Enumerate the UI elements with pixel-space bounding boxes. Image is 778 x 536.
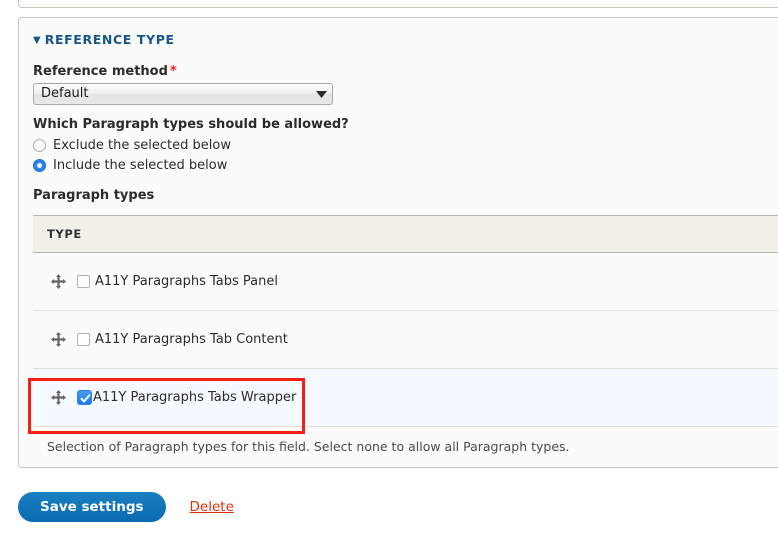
reference-type-details-panel: ▼ REFERENCE TYPE Reference method * Defaul… xyxy=(18,17,778,468)
row-label: A11Y Paragraphs Tabs Panel xyxy=(95,274,278,289)
reference-method-label-text: Reference method xyxy=(33,64,168,79)
row-checkbox[interactable] xyxy=(77,275,90,288)
panel-title: REFERENCE TYPE xyxy=(44,32,175,47)
previous-panel-stub xyxy=(18,0,778,8)
table-row[interactable]: A11Y Paragraphs Tabs Wrapper xyxy=(33,368,778,427)
radio-exclude-input[interactable] xyxy=(33,138,46,152)
delete-link[interactable]: Delete xyxy=(190,499,234,515)
radio-include-input[interactable] xyxy=(33,158,46,172)
panel-body: Reference method * Default Which Paragrap… xyxy=(19,48,778,467)
paragraph-types-table: TYPE A11Y Paragraphs Tabs Panel A11Y Par… xyxy=(33,215,778,427)
row-label: A11Y Paragraphs Tab Content xyxy=(95,332,288,347)
drag-handle-icon[interactable] xyxy=(49,273,67,291)
drag-handle-icon[interactable] xyxy=(49,389,67,407)
reference-method-select[interactable]: Default xyxy=(33,83,333,105)
radio-include-label: Include the selected below xyxy=(53,157,228,173)
allowed-question-label: Which Paragraph types should be allowed? xyxy=(33,117,349,132)
drag-handle-icon[interactable] xyxy=(49,331,67,349)
radio-option-exclude[interactable]: Exclude the selected below xyxy=(33,136,778,154)
table-header-row: TYPE xyxy=(33,215,778,253)
reference-method-label: Reference method * xyxy=(33,64,778,79)
reference-method-select-wrapper[interactable]: Default xyxy=(33,83,333,105)
reference-type-summary[interactable]: ▼ REFERENCE TYPE xyxy=(19,18,778,48)
paragraph-types-label: Paragraph types xyxy=(33,188,155,203)
row-checkbox[interactable] xyxy=(77,390,92,405)
checkmark-icon xyxy=(80,394,91,403)
table-row[interactable]: A11Y Paragraphs Tabs Panel xyxy=(33,252,778,311)
column-header-type: TYPE xyxy=(33,215,778,253)
paragraph-types-help-text: Selection of Paragraph types for this fi… xyxy=(47,439,570,454)
save-settings-button[interactable]: Save settings xyxy=(18,492,166,522)
row-label: A11Y Paragraphs Tabs Wrapper xyxy=(93,390,297,405)
radio-option-include[interactable]: Include the selected below xyxy=(33,156,778,174)
table-cell-type: A11Y Paragraphs Tabs Wrapper xyxy=(33,368,778,427)
form-actions: Save settings Delete xyxy=(18,492,234,522)
table-row[interactable]: A11Y Paragraphs Tab Content xyxy=(33,310,778,369)
chevron-down-icon[interactable]: ▼ xyxy=(33,35,41,46)
row-checkbox[interactable] xyxy=(77,333,90,346)
radio-exclude-label: Exclude the selected below xyxy=(53,137,231,153)
required-marker: * xyxy=(169,64,177,79)
table-cell-type: A11Y Paragraphs Tab Content xyxy=(33,310,778,369)
table-cell-type: A11Y Paragraphs Tabs Panel xyxy=(33,252,778,311)
